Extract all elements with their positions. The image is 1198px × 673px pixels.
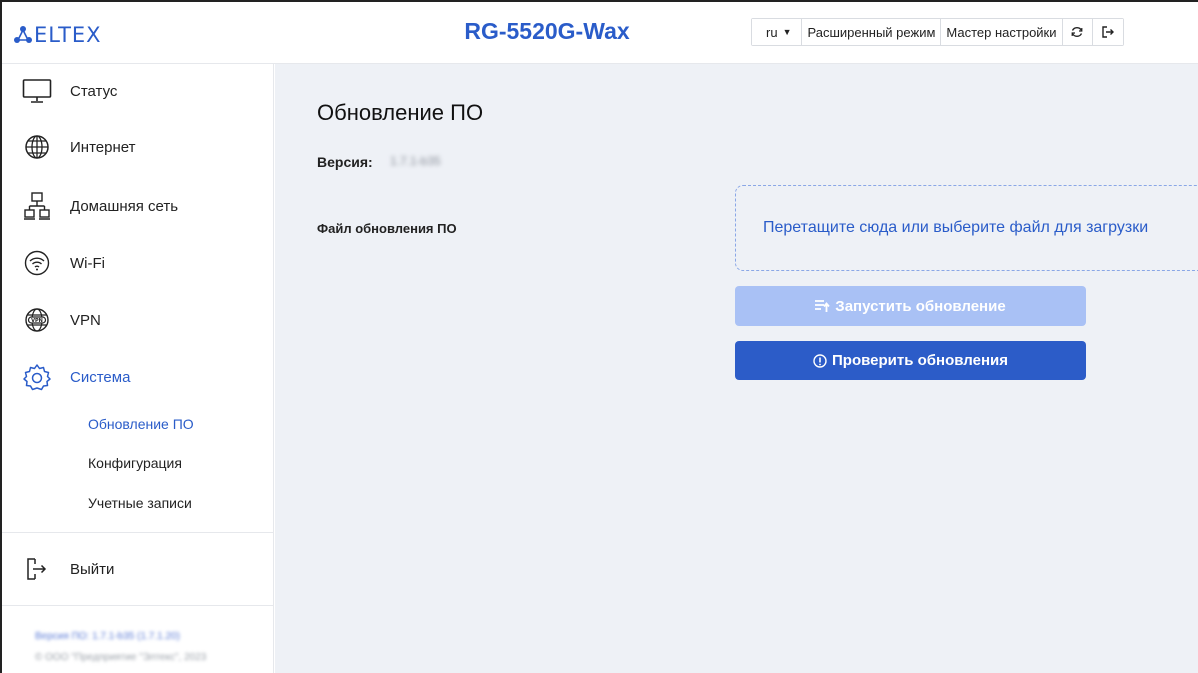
sidebar-item-label: Интернет: [70, 138, 136, 156]
upload-list-icon: [815, 299, 830, 313]
dropzone-text: Перетащите сюда или выберите файл для за…: [763, 219, 1149, 236]
language-value: ru: [766, 24, 778, 40]
sidebar-item-status[interactable]: Статус: [2, 71, 274, 111]
logout-header-button[interactable]: [1092, 19, 1123, 45]
device-title: RG-5520G-Wax: [464, 18, 630, 44]
sidebar-item-system[interactable]: Система: [2, 357, 274, 397]
sidebar: Статус Интернет Домашняя сеть Wi-Fi VPN …: [2, 64, 274, 673]
header-toolbar: ru ▼ Расширенный режим Мастер настройки: [751, 18, 1124, 46]
start-update-label: Запустить обновление: [835, 297, 1006, 315]
check-updates-label: Проверить обновления: [832, 352, 1008, 369]
svg-text:VPN: VPN: [31, 318, 43, 324]
setup-wizard-button[interactable]: Мастер настройки: [941, 19, 1063, 45]
info-icon: [813, 353, 827, 368]
sidebar-item-home-network[interactable]: Домашняя сеть: [2, 186, 274, 226]
subitem-firmware-update[interactable]: Обновление ПО: [88, 416, 194, 432]
sidebar-item-label: Wi-Fi: [70, 254, 105, 272]
vpn-globe-icon: VPN: [22, 305, 52, 335]
globe-icon: [22, 132, 52, 162]
footer-version: Версия ПО: 1.7.1-b35 (1.7.1.20): [35, 631, 180, 642]
sidebar-item-logout[interactable]: Выйти: [2, 549, 274, 589]
sidebar-item-label: Домашняя сеть: [70, 197, 179, 215]
sidebar-item-vpn[interactable]: VPN VPN: [2, 300, 274, 340]
advanced-mode-button[interactable]: Расширенный режим: [802, 19, 942, 45]
sidebar-divider: [2, 605, 274, 606]
gear-icon: [22, 362, 52, 392]
firmware-dropzone[interactable]: Перетащите сюда или выберите файл для за…: [735, 185, 1198, 271]
check-updates-button[interactable]: Проверить обновления: [735, 341, 1086, 380]
sidebar-item-label: Статус: [70, 82, 118, 100]
start-update-button[interactable]: Запустить обновление: [735, 286, 1086, 326]
eltex-logo[interactable]: ELTEX: [14, 22, 102, 48]
top-header: ELTEX RG-5520G-Wax ru ▼ Расширенный режи…: [2, 2, 1198, 64]
language-select[interactable]: ru ▼: [752, 19, 803, 45]
version-label: Версия:: [317, 154, 373, 170]
subitem-configuration[interactable]: Конфигурация: [88, 455, 182, 471]
page-title: Обновление ПО: [317, 100, 484, 125]
logo-text: ELTEX: [34, 23, 102, 47]
sidebar-item-label: VPN: [70, 311, 101, 329]
sidebar-item-wifi[interactable]: Wi-Fi: [2, 243, 274, 283]
subitem-accounts[interactable]: Учетные записи: [88, 495, 192, 511]
version-value: 1.7.1-b35: [390, 154, 441, 168]
app-window: ELTEX RG-5520G-Wax ru ▼ Расширенный режи…: [0, 0, 1198, 673]
monitor-icon: [22, 76, 52, 106]
footer-copyright: © ООО "Предприятие "Элтекс", 2023: [35, 652, 207, 663]
logo-mark-icon: [14, 26, 32, 43]
sidebar-item-label: Выйти: [70, 560, 115, 578]
refresh-button[interactable]: [1062, 19, 1093, 45]
refresh-icon: [1071, 27, 1083, 37]
main-content: Обновление ПО Версия: 1.7.1-b35 Файл обн…: [275, 64, 1198, 673]
sidebar-item-internet[interactable]: Интернет: [2, 127, 274, 167]
firmware-file-label: Файл обновления ПО: [317, 221, 457, 236]
network-icon: [22, 191, 52, 221]
sidebar-divider: [2, 532, 274, 533]
logout-icon: [22, 554, 52, 584]
logout-icon: [1101, 26, 1114, 38]
sidebar-item-label: Система: [70, 368, 131, 386]
caret-down-icon: ▼: [782, 27, 792, 37]
wifi-icon: [22, 248, 52, 278]
